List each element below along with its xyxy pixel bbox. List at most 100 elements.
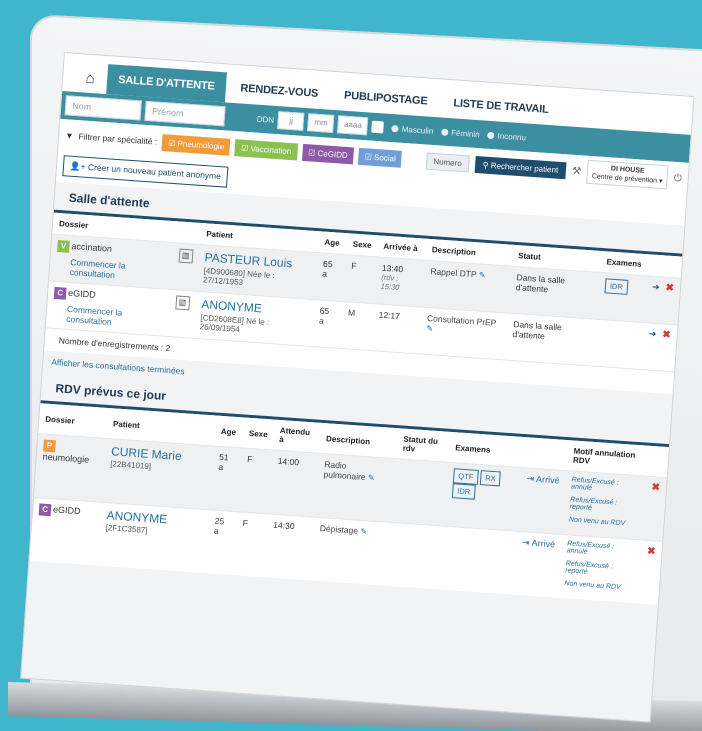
numero-input[interactable]: Numero bbox=[425, 152, 470, 172]
start-consultation-link[interactable]: Commencer la consultation bbox=[55, 256, 166, 284]
edit-icon[interactable]: ✎ bbox=[360, 527, 367, 536]
barcode-icon[interactable]: ▥ bbox=[174, 295, 190, 311]
age-cell: 65 a bbox=[311, 299, 343, 348]
nom-input[interactable]: Nom bbox=[64, 95, 142, 121]
exam-button[interactable]: IDR bbox=[451, 483, 476, 500]
edit-icon[interactable]: ✎ bbox=[368, 473, 375, 482]
exams-cell: IDR bbox=[596, 272, 647, 323]
delete-icon[interactable]: ✖ bbox=[662, 329, 671, 341]
edit-icon[interactable]: ✎ bbox=[426, 324, 433, 333]
chip-social[interactable]: ☑ Social bbox=[358, 147, 403, 168]
move-icon[interactable]: ➔ bbox=[648, 328, 656, 339]
age-cell: 51 a bbox=[209, 445, 242, 512]
specialty-badge: C bbox=[53, 286, 67, 300]
delete-icon[interactable]: ✖ bbox=[651, 482, 660, 494]
prenom-input[interactable]: Prénom bbox=[144, 100, 226, 127]
dossier-cell: Pneumologie bbox=[33, 433, 107, 503]
col-examens: Examens bbox=[448, 431, 524, 468]
arrive-cell: ⇥ Arrivé bbox=[512, 531, 562, 598]
centre-select[interactable]: DI HOUSE Centre de prévention ▾ bbox=[586, 159, 669, 190]
home-icon[interactable]: ⌂ bbox=[76, 62, 104, 94]
power-icon[interactable]: ⏻ bbox=[673, 172, 682, 184]
motif-link[interactable]: Refus/Excusé : annulé bbox=[566, 540, 635, 559]
move-icon[interactable]: ➔ bbox=[652, 282, 660, 293]
search-patient-button[interactable]: ⚲ Rechercher patient bbox=[474, 155, 567, 179]
sex-cell: F bbox=[237, 447, 273, 514]
create-anonymous-patient-button[interactable]: 👤+ Créer un nouveau patient anonyme bbox=[62, 155, 229, 188]
patient-cell: PASTEUR Louis [4D900680] Née le : 27/12/… bbox=[196, 244, 318, 300]
ddn-label: DDN bbox=[256, 114, 275, 125]
motif-link[interactable]: Non venu au RDV bbox=[569, 516, 638, 528]
expected-cell: 14:30 bbox=[263, 513, 315, 581]
description-cell: Dépistage ✎ bbox=[310, 517, 392, 586]
actions-cell: ➔ ✖ bbox=[640, 322, 678, 372]
sex-radio-masculin[interactable]: Masculin bbox=[391, 124, 434, 136]
actions-cell: ➔ ✖ bbox=[643, 275, 681, 325]
radio-label: Inconnu bbox=[497, 130, 527, 142]
chip-label: Social bbox=[373, 152, 397, 163]
expected-cell: 14:00 bbox=[268, 450, 320, 518]
arrival-cell: 13:40 (rdv : 15:30 bbox=[373, 256, 426, 308]
arrive-button[interactable]: ⇥ Arrivé bbox=[522, 537, 556, 549]
col-delete bbox=[646, 445, 669, 478]
ddn-month-input[interactable]: mm bbox=[307, 113, 335, 133]
radio-icon bbox=[391, 124, 400, 133]
calendar-icon[interactable] bbox=[371, 120, 385, 134]
specialty-label: neumologie bbox=[42, 451, 90, 465]
chip-label: CeGIDD bbox=[317, 148, 349, 160]
description-cell: Consultation PrEP ✎ bbox=[418, 307, 509, 360]
chip-cegidd[interactable]: ☑ CeGIDD bbox=[301, 143, 355, 164]
description-text: Radio pulmonaire bbox=[323, 459, 366, 483]
exam-button[interactable]: RX bbox=[479, 470, 502, 487]
col-dossier: Dossier bbox=[38, 403, 109, 439]
patient-id: [2F1C3587] bbox=[105, 523, 148, 535]
radio-icon bbox=[487, 131, 495, 139]
motif-link[interactable]: Refus/Excusé : annulé bbox=[571, 476, 640, 495]
sex-radio-inconnu[interactable]: Inconnu bbox=[487, 130, 526, 142]
arrive-cell: ⇥ Arrivé bbox=[516, 467, 567, 535]
motif-link[interactable]: Refus/Excusé : reporté bbox=[565, 560, 634, 579]
sex-radio-feminin[interactable]: Féminin bbox=[441, 127, 480, 139]
exams-cell bbox=[593, 319, 644, 369]
col-arrive bbox=[521, 436, 569, 471]
arrival-cell: 12:17 bbox=[370, 303, 422, 354]
motif-link[interactable]: Non venu au RDV bbox=[564, 580, 633, 592]
create-button-label: Créer un nouveau patient anonyme bbox=[87, 161, 222, 182]
filter-icon: ▼ bbox=[64, 130, 74, 141]
barcode-icon[interactable]: ▥ bbox=[178, 248, 194, 264]
radio-icon bbox=[441, 128, 449, 136]
patient-cell: CURIE Marie [22B41019] bbox=[101, 438, 214, 510]
chip-vaccination[interactable]: ☑ Vaccination bbox=[234, 138, 298, 160]
edit-icon[interactable]: ✎ bbox=[478, 270, 485, 279]
motif-cell: Refus/Excusé : annulé Refus/Excusé : rep… bbox=[557, 534, 642, 604]
start-consultation-link[interactable]: Commencer la consultation bbox=[52, 303, 163, 331]
rdv-status-cell bbox=[391, 458, 449, 527]
specialty-label: accination bbox=[71, 241, 113, 254]
ddn-day-input[interactable]: jj bbox=[277, 111, 305, 131]
exam-button[interactable]: QTF bbox=[452, 468, 479, 485]
dossier-cell: CeGIDD bbox=[29, 497, 102, 566]
radio-label: Masculin bbox=[401, 124, 434, 136]
app-screen: ⌂ SALLE D'ATTENTE RENDEZ-VOUS PUBLIPOSTA… bbox=[20, 52, 695, 723]
age-cell: 25 a bbox=[205, 509, 238, 576]
dossier-cell: Vaccination Commencer la consultation bbox=[48, 234, 174, 290]
ddn-year-input[interactable]: aaaa bbox=[337, 115, 369, 136]
description-text: Consultation PrEP bbox=[426, 312, 497, 328]
status-cell: Dans la salle d'attente bbox=[508, 266, 600, 320]
description-cell: Radio pulmonaire ✎ bbox=[314, 453, 396, 523]
sex-cell: F bbox=[233, 511, 269, 578]
description-text: Dépistage bbox=[319, 523, 359, 536]
col-age: Age bbox=[213, 415, 245, 448]
exam-button[interactable]: IDR bbox=[604, 278, 629, 295]
motif-link[interactable]: Refus/Excusé : reporté bbox=[570, 496, 639, 515]
col-doc bbox=[173, 221, 202, 245]
chip-pneumologie[interactable]: ☑ Pneumologie bbox=[161, 133, 231, 156]
col-sexe: Sexe bbox=[241, 417, 275, 451]
rdv-time: (rdv : 15:30 bbox=[380, 272, 400, 292]
wrench-icon[interactable]: ⚒ bbox=[572, 165, 582, 177]
chip-label: Pneumologie bbox=[177, 138, 225, 151]
arrive-button[interactable]: ⇥ Arrivé bbox=[526, 473, 560, 485]
delete-icon[interactable]: ✖ bbox=[647, 546, 656, 558]
delete-icon[interactable]: ✖ bbox=[665, 283, 674, 295]
patient-cell: ANONYME [CD2608E8] Né le : 26/09/1954 bbox=[193, 291, 315, 346]
